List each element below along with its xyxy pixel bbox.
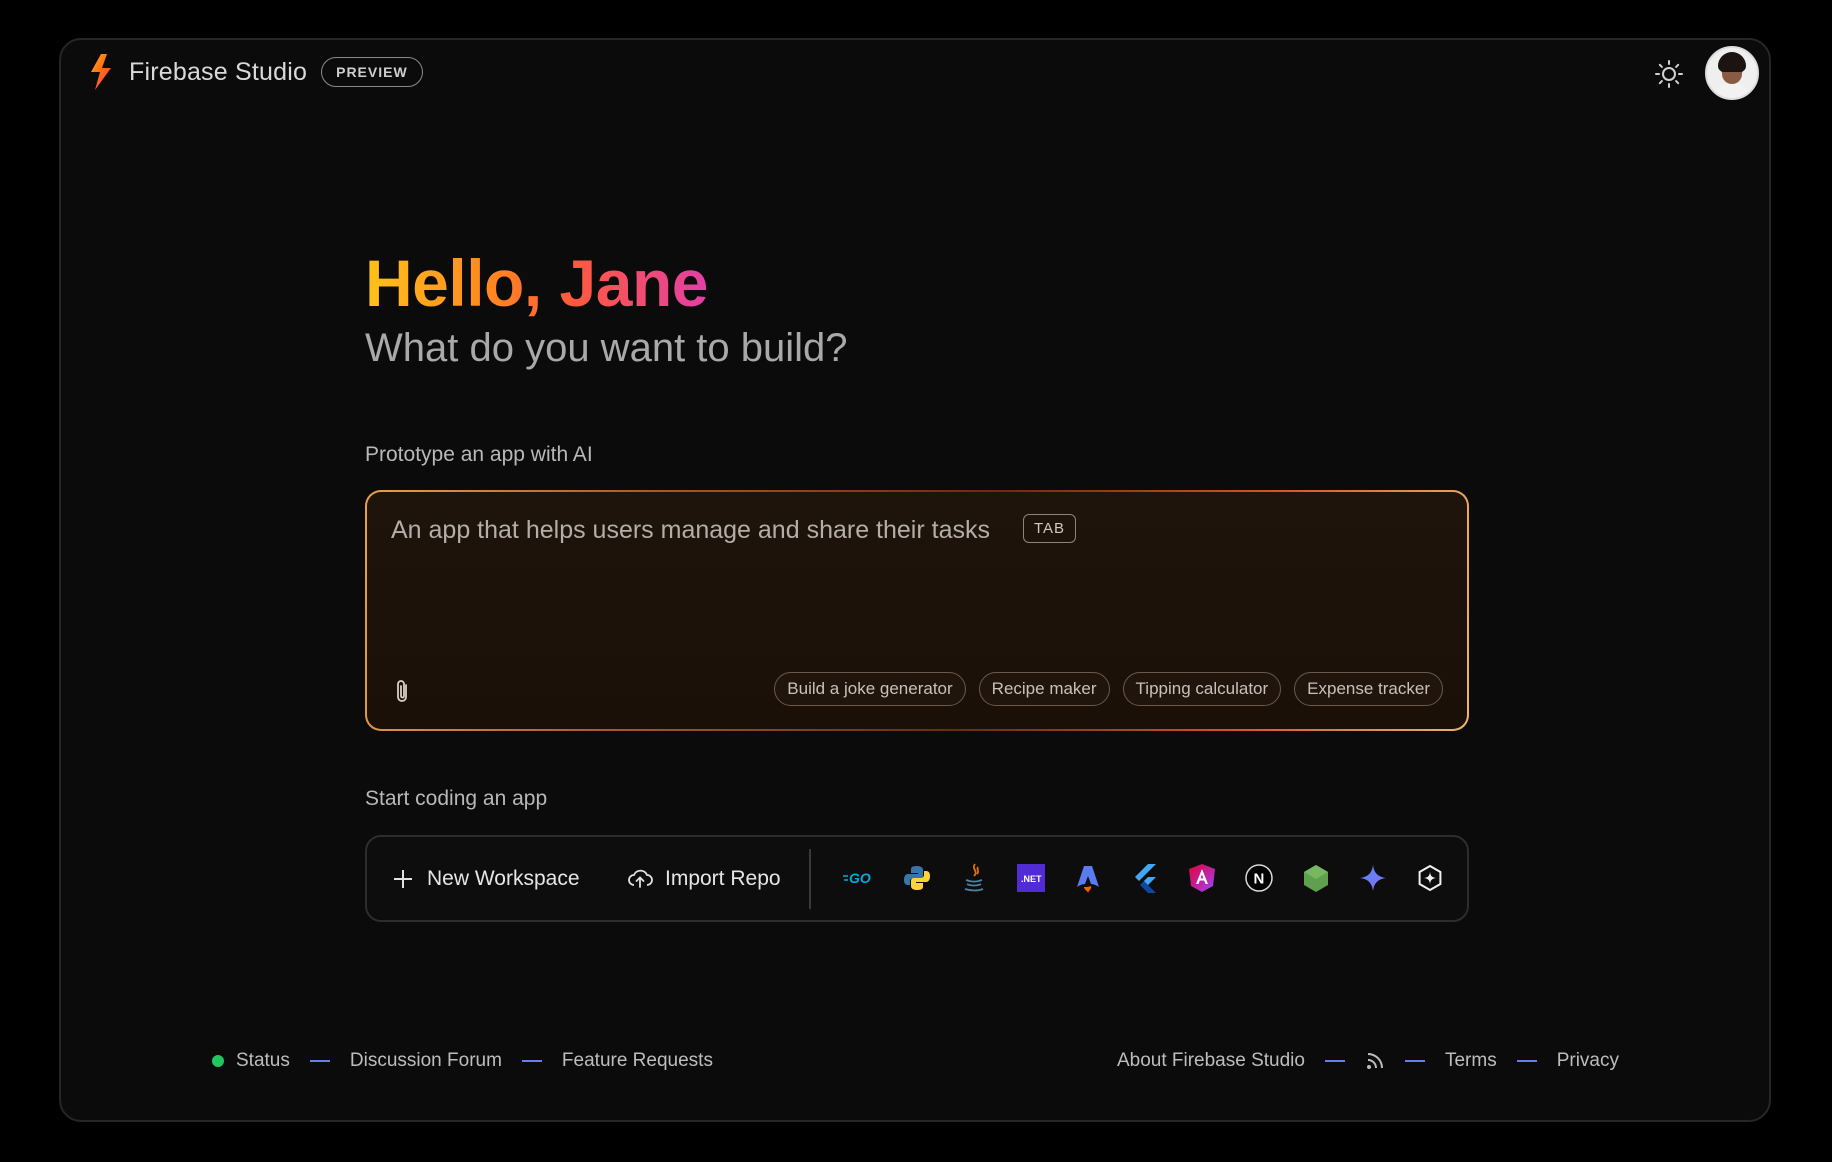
suggestion-chip[interactable]: Build a joke generator (774, 672, 966, 706)
greeting: Hello, Jane (365, 246, 708, 320)
dotnet-glyph: .NET (1021, 874, 1042, 884)
gemini-icon[interactable] (1354, 859, 1392, 897)
preview-badge: PREVIEW (321, 57, 423, 87)
import-repo-button[interactable]: Import Repo (627, 837, 781, 920)
plus-icon (394, 869, 412, 888)
brand[interactable]: Firebase Studio PREVIEW (83, 52, 423, 92)
astro-icon[interactable] (1069, 859, 1107, 897)
feature-requests-link[interactable]: Feature Requests (562, 1050, 713, 1072)
prototype-label: Prototype an app with AI (365, 443, 593, 466)
tab-hint-badge: TAB (1023, 514, 1077, 543)
coding-label: Start coding an app (365, 787, 548, 810)
prompt-box[interactable]: An app that helps users manage and share… (365, 490, 1469, 731)
angular-icon[interactable] (1183, 859, 1221, 897)
footer-right: About Firebase Studio Terms Privacy (1117, 1050, 1619, 1072)
app-window: Firebase Studio PREVIEW Hello, Jane What… (59, 38, 1771, 1122)
firebase-flame-icon (91, 54, 111, 90)
dotnet-icon[interactable]: .NET (1012, 859, 1050, 897)
suggestion-chip[interactable]: Recipe maker (978, 672, 1110, 706)
discussion-forum-link[interactable]: Discussion Forum (350, 1050, 502, 1072)
suggestion-chip[interactable]: Expense tracker (1294, 672, 1443, 706)
footer-separator (521, 1060, 542, 1062)
import-repo-label: Import Repo (665, 866, 781, 890)
status-link[interactable]: Status (236, 1050, 290, 1072)
nextjs-icon[interactable]: N (1240, 859, 1278, 897)
new-workspace-label: New Workspace (427, 866, 580, 890)
status-indicator (212, 1055, 224, 1067)
prompt-placeholder: An app that helps users manage and share… (391, 516, 990, 544)
footer-separator (1516, 1060, 1537, 1062)
new-workspace-button[interactable]: New Workspace (391, 837, 580, 920)
footer-left: Status Discussion Forum Feature Requests (212, 1050, 713, 1072)
app-name: Firebase Studio (129, 57, 308, 86)
privacy-link[interactable]: Privacy (1557, 1050, 1619, 1072)
footer-separator (1324, 1060, 1345, 1062)
theme-toggle-button[interactable] (1651, 56, 1687, 92)
go-icon[interactable]: GO (841, 859, 879, 897)
flutter-icon[interactable] (1126, 859, 1164, 897)
nodejs-icon[interactable] (1297, 859, 1335, 897)
cloud-upload-icon (628, 869, 653, 888)
java-icon[interactable] (955, 859, 993, 897)
paperclip-icon[interactable] (393, 678, 413, 704)
sun-icon (1655, 60, 1683, 88)
prompt-input[interactable]: An app that helps users manage and share… (367, 492, 1467, 729)
coding-bar: New Workspace Import Repo GO .NET N (365, 835, 1469, 922)
python-icon[interactable] (898, 859, 936, 897)
footer-separator (309, 1060, 330, 1062)
footer-separator (1404, 1060, 1425, 1062)
suggestion-chips: Build a joke generator Recipe maker Tipp… (774, 672, 1443, 706)
subheading: What do you want to build? (365, 326, 848, 370)
suggestion-chip[interactable]: Tipping calculator (1122, 672, 1282, 706)
avatar-hair (1718, 52, 1746, 72)
nextjs-glyph: N (1254, 871, 1265, 888)
terms-link[interactable]: Terms (1445, 1050, 1497, 1072)
user-avatar[interactable] (1705, 46, 1759, 100)
avatar-shirt (1713, 84, 1751, 98)
divider (809, 849, 811, 909)
about-link[interactable]: About Firebase Studio (1117, 1050, 1305, 1072)
rss-icon[interactable] (1365, 1051, 1385, 1071)
more-templates-icon[interactable] (1411, 859, 1449, 897)
go-glyph: GO (849, 870, 871, 886)
